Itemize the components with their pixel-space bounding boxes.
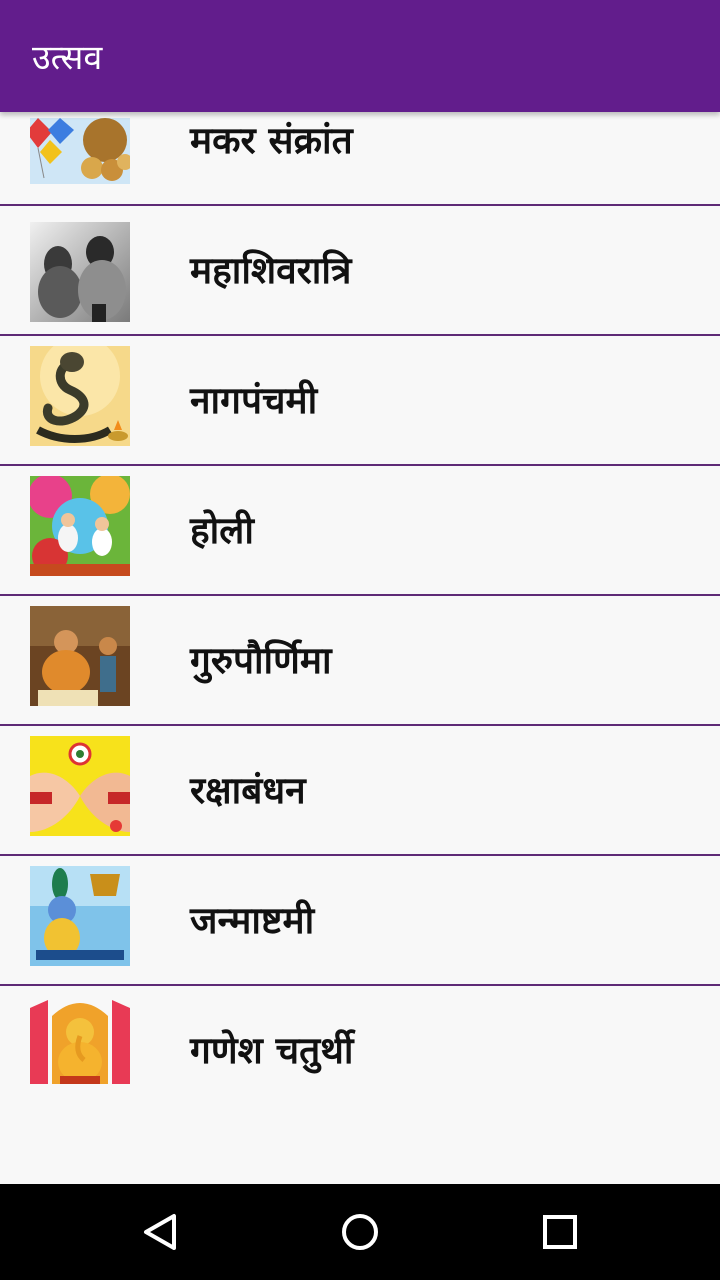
cobra-lamp-image: [30, 346, 130, 446]
festival-list[interactable]: मकर संक्रांत महाशिवरात्रि नागपंचमी होली …: [0, 112, 720, 1184]
app-bar: उत्सव: [0, 0, 720, 112]
festival-name: रक्षाबंधन: [190, 769, 306, 812]
festival-name: नागपंचमी: [190, 379, 318, 422]
list-item-nagpanchami[interactable]: नागपंचमी: [0, 336, 720, 466]
list-item-rakshabandhan[interactable]: रक्षाबंधन: [0, 726, 720, 856]
app-bar-title: उत्सव: [32, 38, 103, 78]
festival-name: होली: [190, 509, 254, 552]
holi-celebration-image: [30, 476, 130, 576]
rakhi-hands-image: [30, 736, 130, 836]
guru-disciple-image: [30, 606, 130, 706]
shiva-parvati-image: [30, 222, 130, 322]
list-item-mahashivratri[interactable]: महाशिवरात्रि: [0, 206, 720, 336]
list-item-gurupournima[interactable]: गुरुपौर्णिमा: [0, 596, 720, 726]
home-circle-icon[interactable]: [330, 1202, 390, 1262]
list-item-ganesh-chaturthi[interactable]: गणेश चतुर्थी: [0, 986, 720, 1116]
festival-name: गणेश चतुर्थी: [190, 1029, 354, 1072]
ganesha-image: [30, 996, 130, 1084]
kites-sweets-image: [30, 118, 130, 184]
list-item-makar-sankrant[interactable]: मकर संक्रांत: [0, 112, 720, 206]
krishna-image: [30, 866, 130, 966]
list-item-holi[interactable]: होली: [0, 466, 720, 596]
festival-name: महाशिवरात्रि: [190, 249, 352, 292]
system-nav-bar: [0, 1184, 720, 1280]
back-triangle-icon[interactable]: [130, 1202, 190, 1262]
list-item-janmashtami[interactable]: जन्माष्टमी: [0, 856, 720, 986]
festival-name: जन्माष्टमी: [190, 899, 315, 942]
festival-name: गुरुपौर्णिमा: [190, 639, 332, 682]
recents-square-icon[interactable]: [530, 1202, 590, 1262]
festival-name: मकर संक्रांत: [190, 119, 353, 162]
